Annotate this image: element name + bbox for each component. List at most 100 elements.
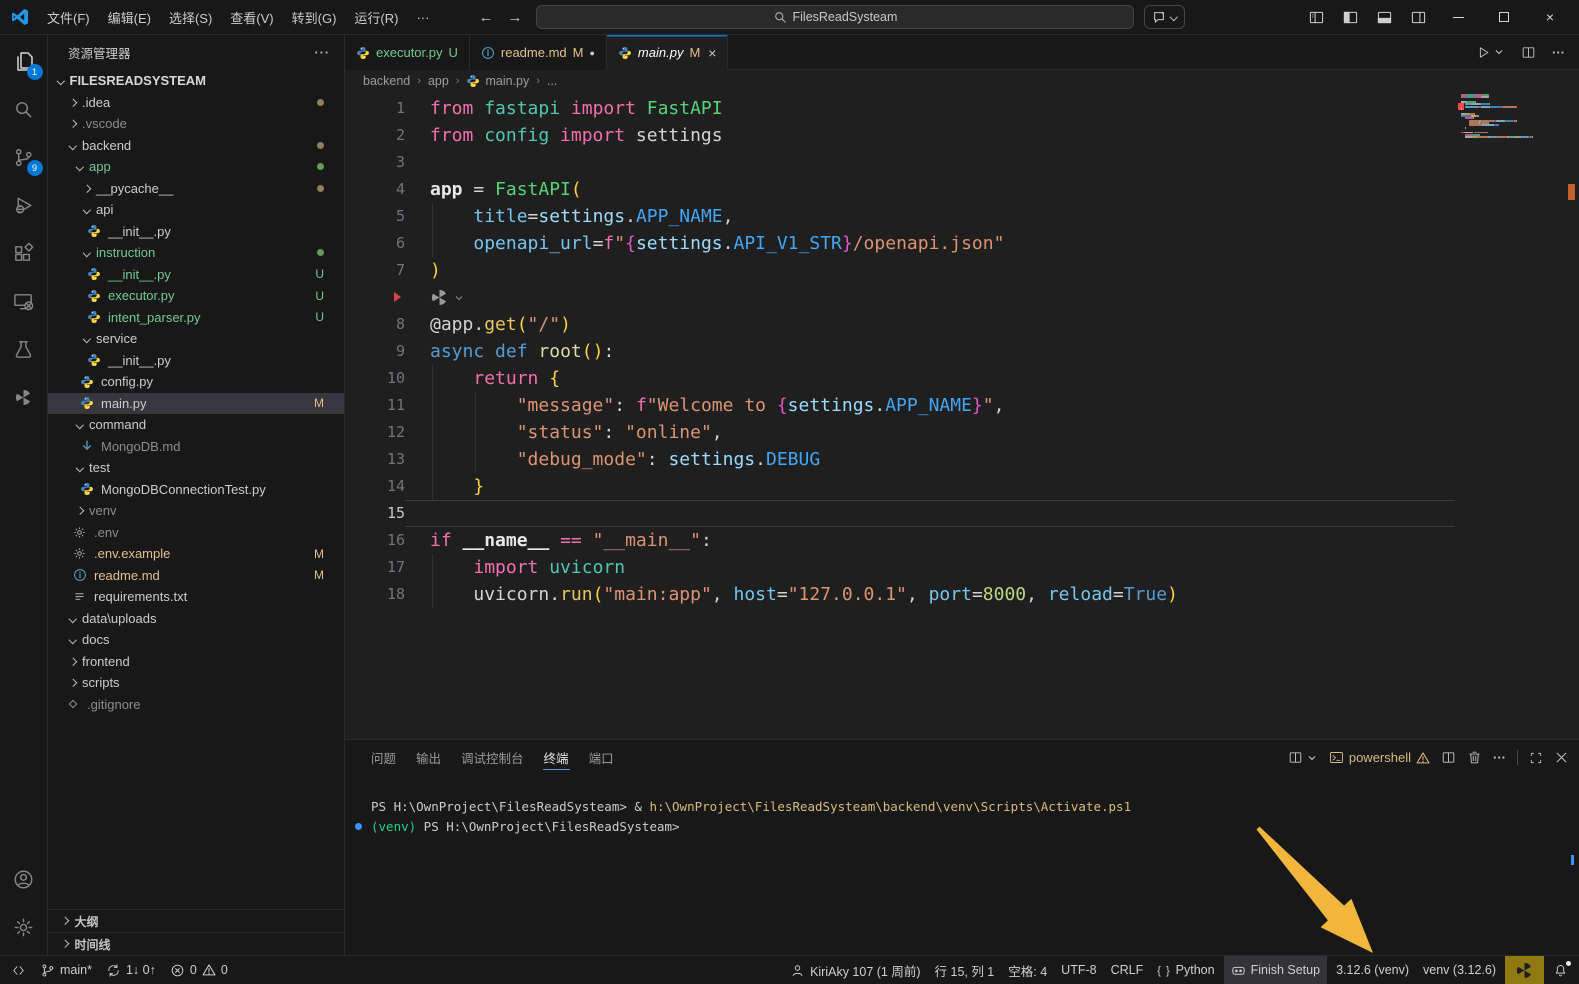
split-editor-button[interactable] — [1521, 45, 1536, 60]
status-git-sync[interactable]: 1↓ 0↑ — [99, 956, 163, 984]
minimap[interactable] — [1461, 94, 1565, 139]
tree-item[interactable]: test — [48, 457, 344, 479]
tree-item[interactable]: .gitignore — [48, 694, 344, 716]
breadcrumb-item[interactable]: main.py — [466, 74, 529, 88]
tree-item[interactable]: __init__.py — [48, 350, 344, 372]
maximize-panel[interactable] — [1529, 751, 1543, 765]
line-number[interactable]: 6 — [345, 230, 405, 257]
tree-item[interactable]: .env.exampleM — [48, 543, 344, 565]
activity-search[interactable] — [1, 85, 47, 133]
line-number[interactable]: 5 — [345, 203, 405, 230]
activity-source-control[interactable]: 9 — [1, 133, 47, 181]
code-line[interactable]: 3 — [345, 149, 1579, 176]
breadcrumb-item[interactable]: ... — [547, 74, 557, 88]
activity-remote-explorer[interactable] — [1, 277, 47, 325]
pinwheel-icon[interactable] — [430, 288, 449, 307]
code-line[interactable]: 15 — [345, 500, 1579, 527]
menu-item[interactable]: 选择(S) — [160, 5, 221, 30]
kill-terminal[interactable] — [1467, 750, 1482, 765]
more-actions-button[interactable]: ··· — [1552, 45, 1565, 60]
status-remote-indicator[interactable] — [4, 956, 33, 984]
tree-item[interactable]: MongoDBConnectionTest.py — [48, 479, 344, 501]
command-center-search[interactable]: FilesReadSysteam — [536, 5, 1134, 29]
code-line[interactable]: 9async def root(): — [345, 338, 1579, 365]
code-line[interactable]: 6 openapi_url=f"{settings.API_V1_STR}/op… — [345, 230, 1579, 257]
line-number[interactable]: 18 — [345, 581, 405, 608]
close-tab-icon[interactable]: × — [708, 45, 716, 61]
status-gitlens-blame[interactable]: KiriAky 107 (1 周前) — [783, 956, 927, 984]
tree-root[interactable]: FILESREADSYSTEAM — [48, 70, 344, 92]
minimize-button[interactable] — [1437, 2, 1479, 32]
launch-profile[interactable] — [1288, 750, 1318, 765]
tree-item[interactable]: data\uploads — [48, 608, 344, 630]
tree-item[interactable]: service — [48, 328, 344, 350]
tree-item[interactable]: intent_parser.pyU — [48, 307, 344, 329]
tree-item[interactable]: command — [48, 414, 344, 436]
activity-testing[interactable] — [1, 325, 47, 373]
status-finish-setup[interactable]: Finish Setup — [1224, 956, 1327, 984]
menu-item[interactable]: 运行(R) — [345, 5, 407, 30]
breadcrumb-item[interactable]: backend — [363, 74, 410, 88]
terminal-tab-powershell[interactable]: powershell — [1329, 750, 1430, 765]
code-line[interactable]: 17 import uvicorn — [345, 554, 1579, 581]
code-line[interactable]: 18 uvicorn.run("main:app", host="127.0.0… — [345, 581, 1579, 608]
menu-item[interactable]: ··· — [407, 7, 438, 28]
status-git-branch[interactable]: main* — [33, 956, 99, 984]
status-python-environment[interactable]: venv (3.12.6) — [1416, 956, 1503, 984]
run-python-file-button[interactable] — [1476, 45, 1505, 60]
status-python-interpreter[interactable]: 3.12.6 (venv) — [1329, 956, 1416, 984]
terminal[interactable]: PS H:\OwnProject\FilesReadSysteam> & h:\… — [345, 775, 1579, 836]
panel-tab-终端[interactable]: 终端 — [534, 740, 579, 775]
line-number[interactable]: 14 — [345, 473, 405, 500]
sidebar-section-timeline[interactable]: 时间线 — [48, 932, 344, 955]
panel-tab-调试控制台[interactable]: 调试控制台 — [451, 740, 534, 775]
status-problems[interactable]: 00 — [163, 956, 235, 984]
activity-copilot[interactable] — [1, 373, 47, 421]
more-actions[interactable]: ··· — [1493, 750, 1506, 765]
close-panel[interactable] — [1554, 750, 1569, 765]
tree-item[interactable]: backend — [48, 135, 344, 157]
line-number[interactable]: 13 — [345, 446, 405, 473]
editor-scrollbar[interactable] — [1565, 92, 1579, 739]
line-number[interactable]: 17 — [345, 554, 405, 581]
tree-item[interactable]: app — [48, 156, 344, 178]
tree-item[interactable]: executor.pyU — [48, 285, 344, 307]
menu-item[interactable]: 转到(G) — [283, 5, 346, 30]
activity-run-debug[interactable] — [1, 181, 47, 229]
line-number[interactable]: 10 — [345, 365, 405, 392]
line-number[interactable]: 9 — [345, 338, 405, 365]
line-number[interactable]: 15 — [345, 500, 405, 527]
panel-tab-输出[interactable]: 输出 — [406, 740, 451, 775]
code-line[interactable]: 12 "status": "online", — [345, 419, 1579, 446]
status-copilot-status[interactable] — [1505, 956, 1544, 984]
activity-explorer[interactable]: 1 — [1, 37, 47, 85]
menu-item[interactable]: 文件(F) — [38, 5, 99, 30]
sidebar-section-outline[interactable]: 大纲 — [48, 909, 344, 932]
maximize-button[interactable] — [1483, 2, 1525, 32]
code-line[interactable]: 5 title=settings.APP_NAME, — [345, 203, 1579, 230]
line-number[interactable]: 12 — [345, 419, 405, 446]
line-number[interactable]: 8 — [345, 311, 405, 338]
copilot-chat-button[interactable] — [1144, 5, 1185, 29]
close-button[interactable]: × — [1529, 2, 1571, 32]
code-line[interactable]: 13 "debug_mode": settings.DEBUG — [345, 446, 1579, 473]
code-line[interactable]: 7) — [345, 257, 1579, 284]
status-notifications[interactable] — [1546, 956, 1575, 984]
more-actions-icon[interactable]: ··· — [315, 46, 331, 60]
inline-chat-widget-row[interactable] — [345, 284, 1579, 311]
tree-item[interactable]: __pycache__ — [48, 178, 344, 200]
line-number[interactable]: 2 — [345, 122, 405, 149]
panel-tab-端口[interactable]: 端口 — [579, 740, 624, 775]
tree-item[interactable]: venv — [48, 500, 344, 522]
tree-item[interactable]: .vscode — [48, 113, 344, 135]
activity-settings[interactable] — [1, 903, 47, 951]
tree-item[interactable]: __init__.pyU — [48, 264, 344, 286]
status-language-mode[interactable]: { }Python — [1150, 956, 1221, 984]
code-line[interactable]: 10 return { — [345, 365, 1579, 392]
customize-layout-icon[interactable] — [1301, 4, 1331, 30]
code-line[interactable]: 14 } — [345, 473, 1579, 500]
tree-item[interactable]: docs — [48, 629, 344, 651]
tree-item[interactable]: config.py — [48, 371, 344, 393]
tree-item[interactable]: __init__.py — [48, 221, 344, 243]
tree-item[interactable]: .env — [48, 522, 344, 544]
